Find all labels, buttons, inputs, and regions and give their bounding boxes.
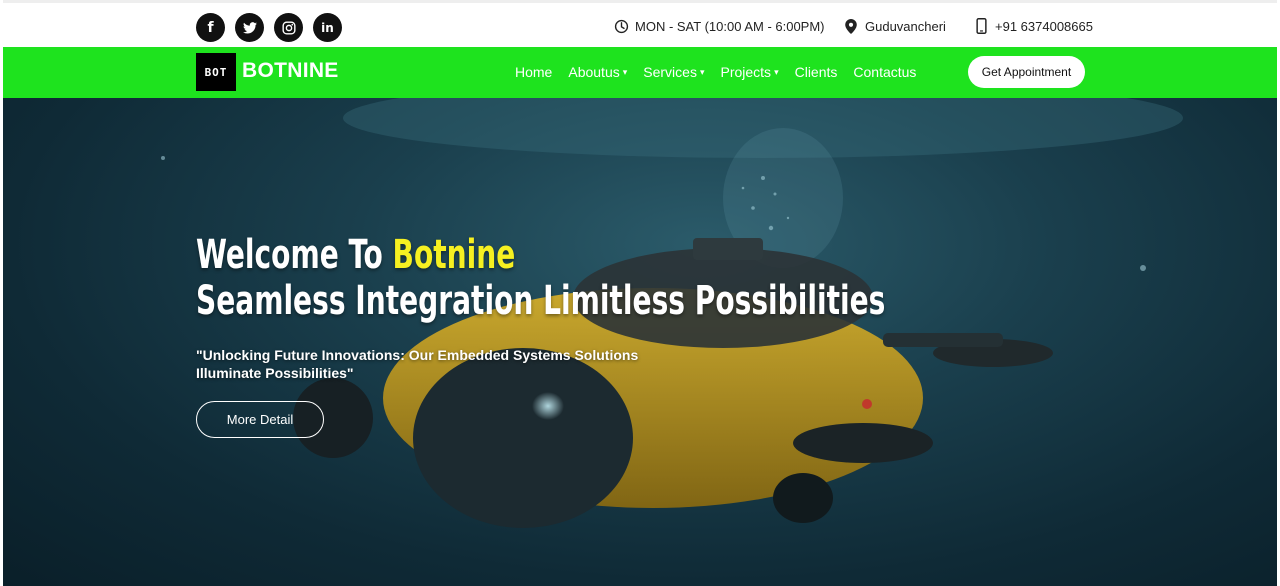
chevron-down-icon: ▾ [774,67,779,78]
clock-icon [613,18,629,34]
page-frame: f in MON - SAT (10:00 AM - 6:00PM) Guduv… [3,0,1277,586]
nav-item-label: Home [515,64,553,80]
linkedin-icon[interactable]: in [313,13,342,42]
nav-item-projects[interactable]: Projects ▾ [720,64,778,80]
nav-item-clients[interactable]: Clients [795,64,838,80]
logo-mark[interactable]: BOT [196,53,236,91]
hero-subtitle: Seamless Integration Limitless Possibili… [196,278,886,324]
hero-title-prefix: Welcome To [196,232,393,278]
phone-icon [973,18,989,34]
nav-item-services[interactable]: Services ▾ [643,64,704,80]
hero-tagline: "Unlocking Future Innovations: Our Embed… [196,347,639,381]
nav-item-label: Projects [720,64,772,80]
chevron-down-icon: ▾ [622,67,628,78]
instagram-icon[interactable] [274,13,303,42]
location-info: Guduvancheri [843,18,946,34]
social-links: f in [196,13,342,42]
twitter-icon[interactable] [235,13,264,42]
phone-text: +91 6374008665 [995,18,1093,34]
brand-name[interactable]: BOTNINE [242,59,339,83]
nav-item-label: Services [643,64,697,80]
main-navbar: BOT BOTNINE Home Aboutus ▾ Services ▾ Proj… [3,47,1277,98]
hero-banner: Welcome To Botnine Seamless Integration … [3,98,1277,586]
hero-title-highlight: Botnine [392,232,516,278]
chevron-down-icon: ▾ [699,67,705,78]
nav-item-home[interactable]: Home [515,64,552,80]
nav-item-aboutus[interactable]: Aboutus ▾ [568,64,627,80]
get-appointment-button[interactable]: Get Appointment [968,56,1085,88]
location-text: Guduvancheri [865,18,946,34]
nav-item-contactus[interactable]: Contactus [853,64,916,80]
hours-text: MON - SAT (10:00 AM - 6:00PM) [635,18,825,34]
hours-info: MON - SAT (10:00 AM - 6:00PM) [613,18,825,34]
nav-menu: Home Aboutus ▾ Services ▾ Projects ▾ Client… [515,64,916,80]
facebook-icon[interactable]: f [196,13,225,42]
nav-item-label: Contactus [853,64,917,80]
phone-info[interactable]: +91 6374008665 [973,18,1093,34]
more-detail-button[interactable]: More Detail [196,401,324,438]
nav-item-label: Aboutus [568,64,620,80]
nav-item-label: Clients [794,64,838,80]
hero-title: Welcome To Botnine [196,232,515,278]
map-pin-icon [843,18,859,34]
underwater-drone-image [161,98,1183,528]
top-bar: f in MON - SAT (10:00 AM - 6:00PM) Guduv… [3,0,1277,47]
